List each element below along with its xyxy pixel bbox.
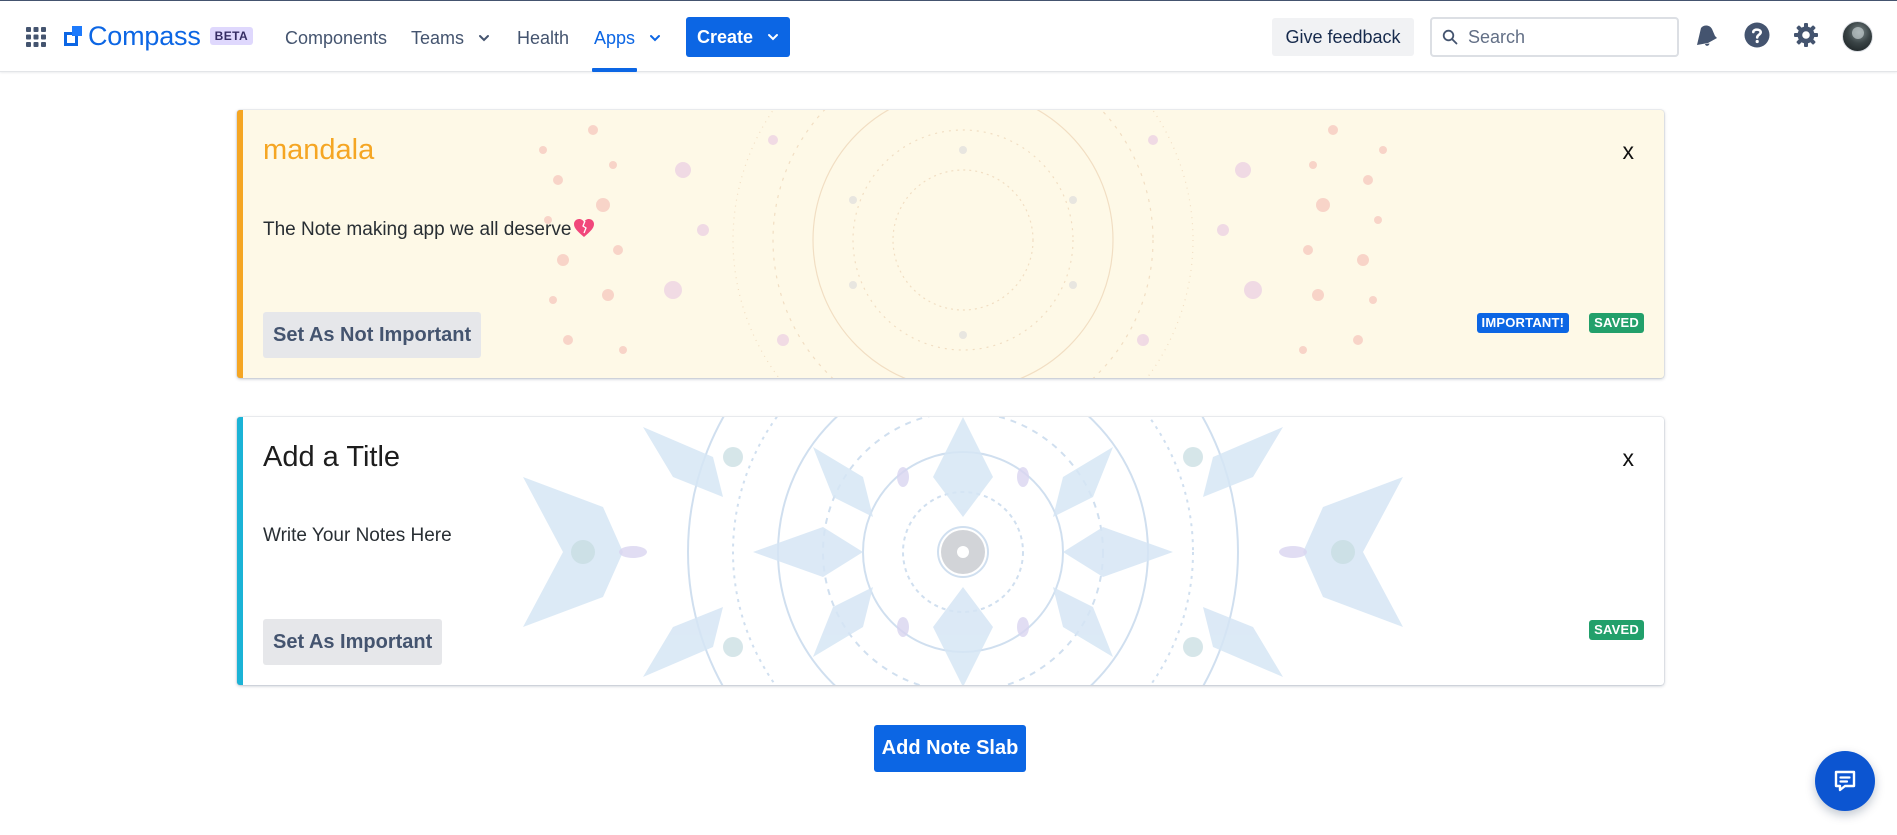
add-note-slab-button[interactable]: Add Note Slab (874, 725, 1026, 772)
note-title[interactable]: mandala (263, 134, 374, 167)
compass-logo-icon (64, 26, 82, 46)
nav-health-label: Health (517, 27, 570, 48)
compass-logo[interactable]: Compass BETA (64, 20, 254, 51)
create-button[interactable]: Create (686, 17, 790, 57)
notifications-icon[interactable] (1692, 21, 1720, 49)
avatar[interactable] (1842, 21, 1873, 52)
note-body[interactable]: The Note making app we all deserve (263, 218, 595, 241)
chevron-down-icon (650, 35, 661, 42)
nav-apps-label: Apps (594, 27, 636, 48)
heart-icon (574, 219, 595, 237)
chat-button[interactable] (1815, 751, 1875, 811)
active-nav-indicator (592, 68, 637, 72)
top-navigation: Compass BETA Components Teams Health App… (0, 0, 1897, 72)
note-slab-important: mandala x The Note making app we all des… (237, 110, 1664, 378)
settings-icon[interactable] (1792, 21, 1820, 49)
note-slab: Add a Title x Write Your Notes Here Set … (237, 417, 1664, 685)
give-feedback-label: Give feedback (1285, 26, 1401, 47)
chevron-down-icon (768, 34, 779, 41)
saved-badge: SAVED (1589, 313, 1644, 333)
nav-components-label: Components (285, 27, 388, 48)
chat-icon (1834, 770, 1856, 792)
search-icon (1442, 29, 1458, 45)
app-switcher-icon[interactable] (25, 26, 47, 48)
help-icon[interactable] (1743, 21, 1771, 49)
saved-badge: SAVED (1589, 620, 1644, 640)
nav-components[interactable]: Components (285, 23, 387, 53)
brand-name: Compass (88, 20, 201, 51)
give-feedback-button[interactable]: Give feedback (1272, 18, 1414, 56)
beta-badge: BETA (209, 27, 254, 45)
nav-apps[interactable]: Apps (594, 23, 661, 53)
chevron-down-icon (479, 35, 490, 42)
important-badge: IMPORTANT! (1476, 313, 1570, 333)
note-title[interactable]: Add a Title (263, 441, 400, 474)
set-not-important-button[interactable]: Set As Not Important (263, 312, 482, 358)
note-body[interactable]: Write Your Notes Here (263, 525, 452, 547)
note-badges: SAVED (1589, 620, 1644, 640)
nav-health[interactable]: Health (517, 23, 569, 53)
note-body-text: The Note making app we all deserve (263, 219, 572, 240)
search-input[interactable] (1468, 26, 1668, 48)
close-note-button[interactable]: x (1623, 138, 1635, 165)
set-important-button[interactable]: Set As Important (263, 619, 443, 665)
nav-teams-label: Teams (411, 27, 465, 48)
create-button-label: Create (696, 26, 754, 47)
search-box[interactable] (1430, 17, 1679, 57)
nav-teams[interactable]: Teams (411, 23, 490, 53)
mandala-background-art (523, 417, 1403, 685)
mandala-background-art (523, 110, 1403, 378)
note-badges: IMPORTANT! SAVED (1476, 313, 1644, 333)
close-note-button[interactable]: x (1623, 445, 1635, 472)
